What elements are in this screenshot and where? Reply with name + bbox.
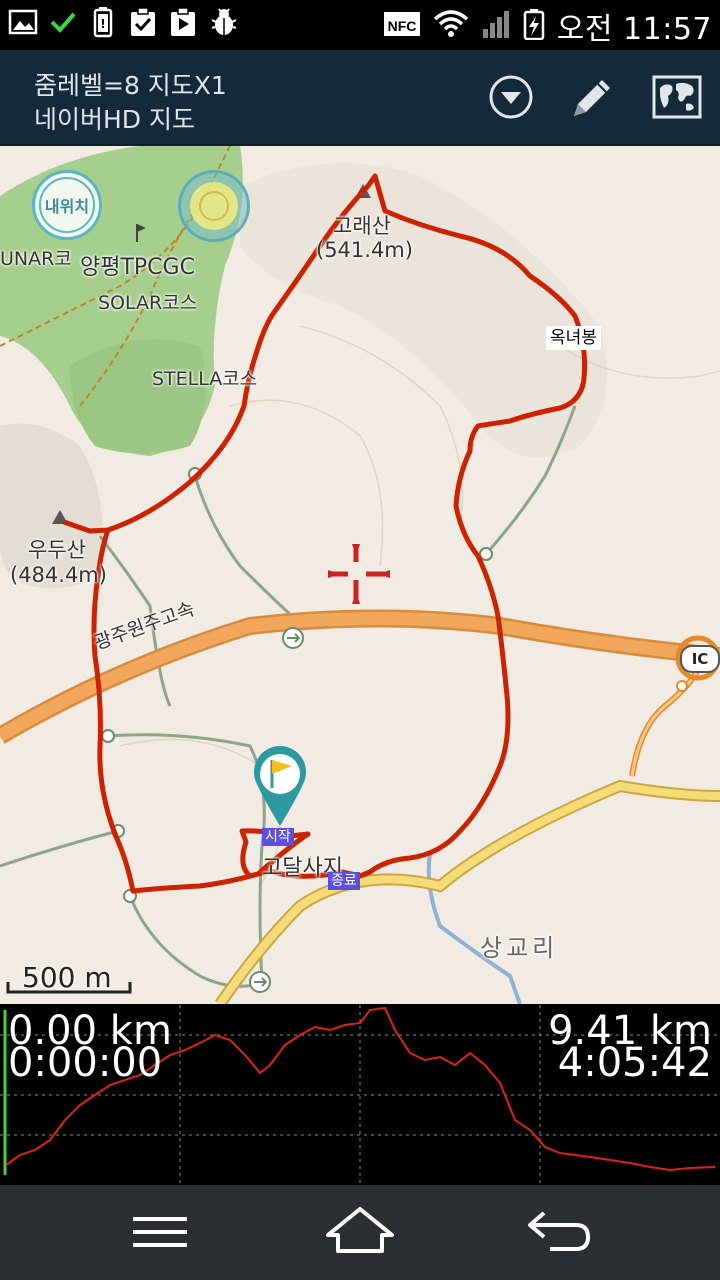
compass-button[interactable] — [178, 170, 250, 242]
start-tag: 시작 — [262, 828, 294, 846]
start-marker[interactable] — [250, 746, 310, 828]
dropdown-button[interactable] — [484, 70, 538, 124]
my-location-label: 내위치 — [39, 177, 95, 233]
peak3-label: 옥녀봉 — [546, 326, 601, 350]
peak1-elevation: (541.4m) — [316, 238, 413, 262]
elevation-profile: 0.00 km 0:00:00 9.41 km 4:05:42 — [0, 1005, 720, 1185]
wifi-icon — [433, 9, 469, 43]
navigation-bar — [0, 1185, 720, 1280]
back-button[interactable] — [520, 1201, 600, 1261]
image-icon — [8, 6, 38, 38]
pencil-icon — [574, 80, 610, 116]
peak2-elevation: (484.4m) — [10, 563, 107, 587]
bug-icon — [208, 6, 238, 38]
ramp-road-inner — [630, 665, 702, 777]
village-label: 상교리 — [480, 934, 559, 962]
golf-course-label: 양평TPCGC — [80, 255, 195, 280]
menu-button[interactable] — [120, 1201, 200, 1261]
home-icon — [326, 1207, 394, 1253]
contour-line — [229, 399, 384, 567]
solar-course-label: SOLAR코스 — [98, 292, 198, 314]
direction-arrow-icon — [282, 627, 304, 649]
edit-button[interactable] — [564, 70, 618, 124]
hill-shade — [240, 163, 607, 458]
battery-charging-icon — [523, 8, 545, 44]
menu-icon — [133, 1217, 187, 1247]
status-clock: 오전 11:57 — [556, 12, 712, 47]
peak2-name: 우두산 — [28, 538, 86, 562]
ic-badge: IC — [680, 645, 720, 673]
svg-text:!: ! — [100, 17, 105, 31]
dropdown-icon — [489, 75, 533, 119]
golf-fairway — [70, 339, 206, 454]
nfc-icon: NFC — [383, 9, 421, 43]
end-time: 4:05:42 — [557, 1040, 712, 1086]
direction-arrow-icon — [249, 971, 271, 993]
my-location-button[interactable]: 내위치 — [32, 170, 102, 240]
clipboard-check-icon — [128, 6, 158, 38]
clipboard-play-icon — [168, 6, 198, 38]
start-time: 0:00:00 — [8, 1040, 163, 1086]
map-source-label: 네이버HD 지도 — [34, 105, 195, 134]
local-road — [193, 475, 297, 639]
local-road — [0, 829, 119, 868]
signal-icon — [481, 9, 511, 43]
back-icon — [528, 1211, 591, 1251]
compass-icon — [190, 182, 238, 230]
title-bar: 줌레벨=8 지도X1 네이버HD 지도 — [0, 50, 720, 146]
lunar-course-label: UNAR코 — [0, 248, 72, 270]
svg-text:NFC: NFC — [387, 18, 416, 34]
battery-saver-icon: ! — [88, 6, 118, 38]
road-node — [101, 729, 115, 743]
end-tag: 종료 — [328, 872, 360, 890]
stella-course-label: STELLA코스 — [152, 368, 258, 390]
status-bar: ! NFC 오전 11:57 — [0, 0, 720, 50]
world-map-icon — [652, 75, 702, 119]
peak1-name: 고래산 — [333, 214, 391, 238]
map-layer-button[interactable] — [650, 70, 704, 124]
scale-label: 500 m — [22, 961, 112, 994]
flag-pin-icon — [254, 746, 306, 826]
home-button[interactable] — [320, 1201, 400, 1261]
road-node — [479, 547, 493, 561]
map-view[interactable]: 내위치 UNAR코 양평TPCGC SOLAR코스 STELLA코스 고래산 (… — [0, 146, 720, 1004]
road-node — [676, 680, 688, 692]
zoom-level-label: 줌레벨=8 지도X1 — [34, 71, 227, 100]
check-icon — [48, 6, 78, 38]
